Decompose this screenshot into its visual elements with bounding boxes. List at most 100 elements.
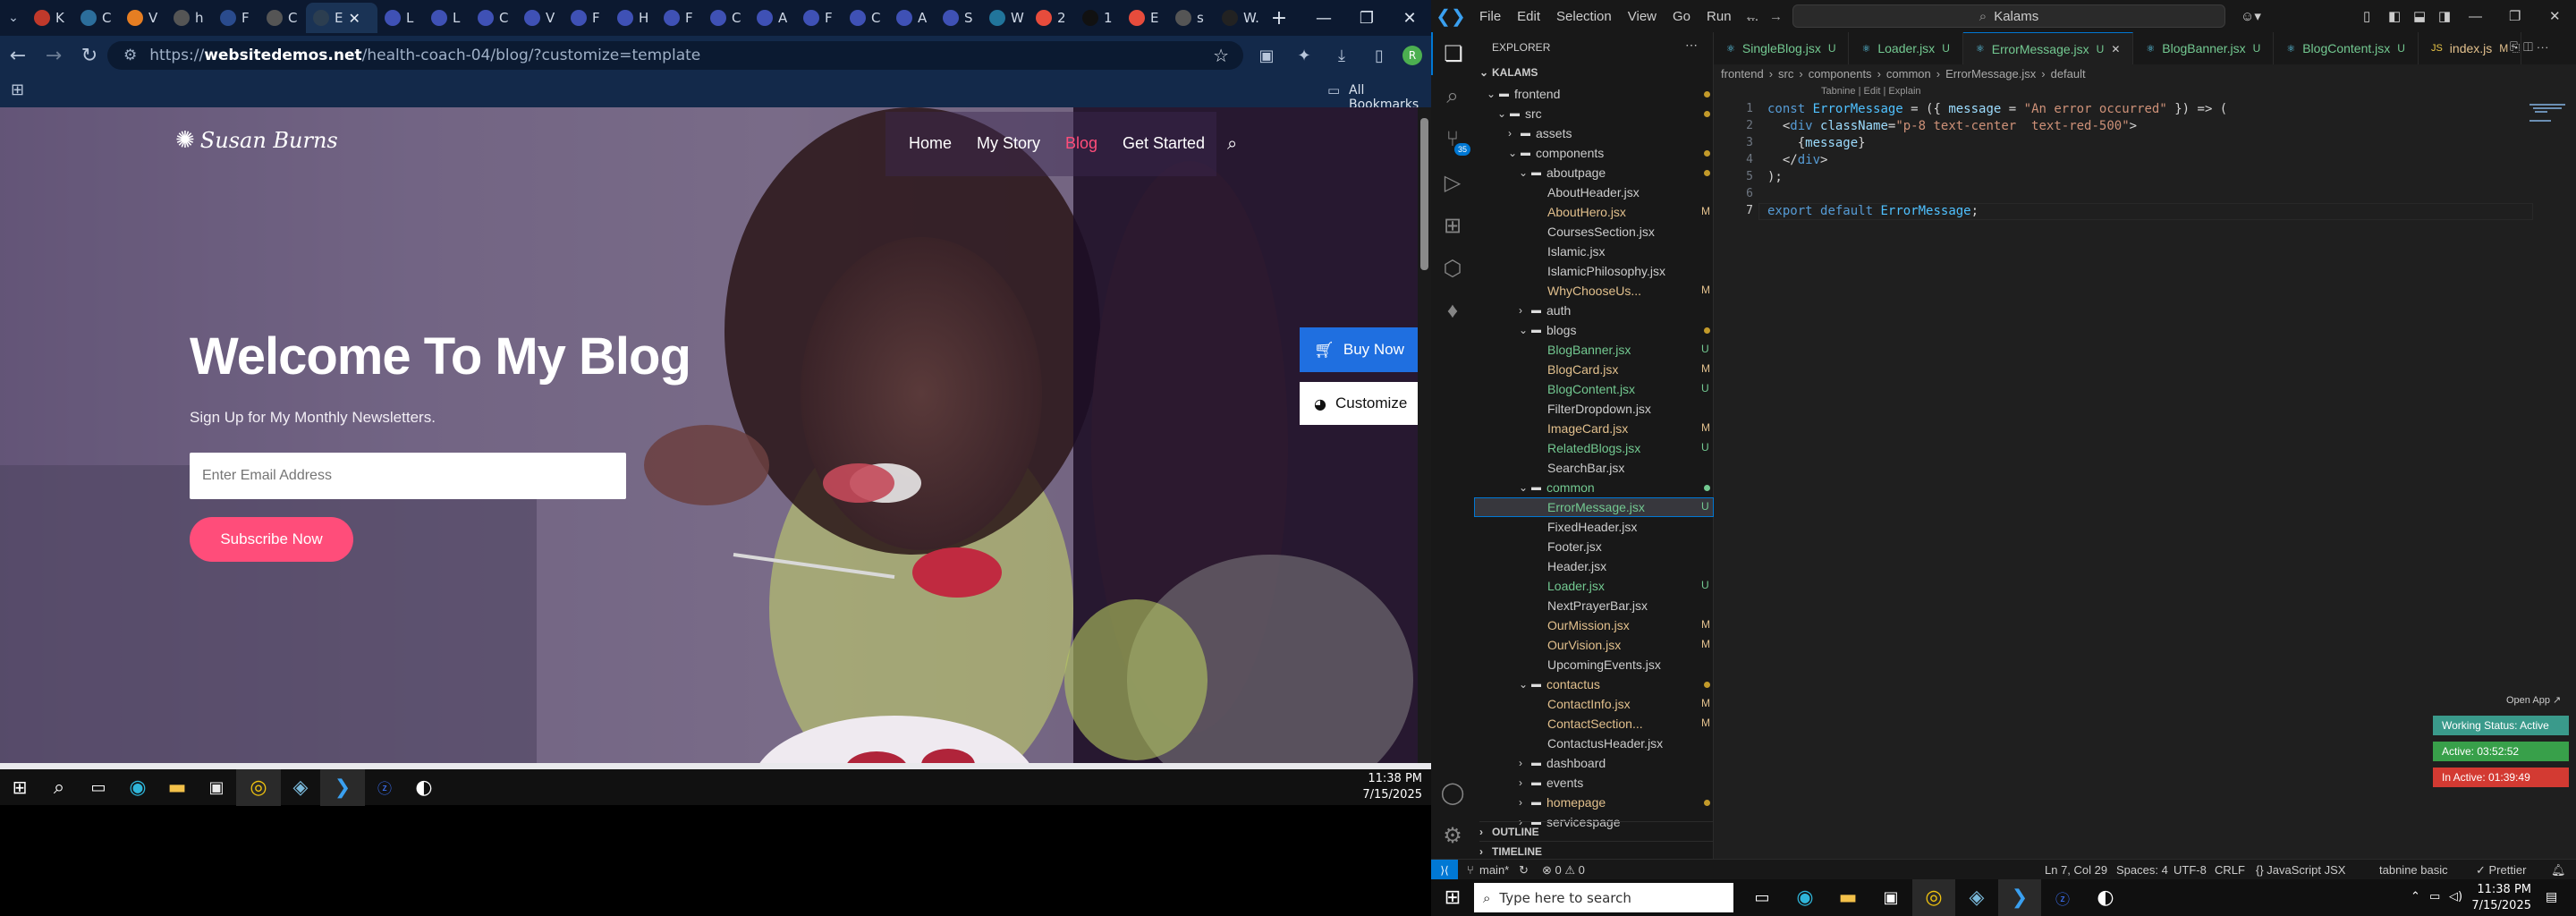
tree-file[interactable]: WhyChooseUs...: [1530, 281, 1641, 301]
code-line[interactable]: </div>: [1767, 153, 1828, 170]
editor-tab[interactable]: ⚛ ErrorMessage.jsx U ✕: [1962, 32, 2134, 64]
apps-grid-icon[interactable]: ⊞: [11, 81, 24, 99]
browser-tab[interactable]: V: [517, 3, 564, 33]
tree-file[interactable]: OurMission.jsx: [1530, 615, 1630, 635]
editor-actions-icon[interactable]: ⎘ ◫ ⋯: [2510, 39, 2549, 55]
forward-icon[interactable]: →: [36, 38, 72, 73]
tree-file[interactable]: ErrorMessage.jsx: [1530, 497, 1645, 517]
browser-tab[interactable]: V: [120, 3, 166, 33]
nav-blog[interactable]: Blog: [1065, 134, 1097, 153]
tree-file[interactable]: Loader.jsx: [1530, 576, 1605, 596]
minimize-button[interactable]: —: [1302, 0, 1345, 36]
explorer-icon[interactable]: ❏: [1431, 32, 1474, 75]
browser-tab[interactable]: A: [889, 3, 936, 33]
tab-close-icon[interactable]: ✕: [348, 10, 360, 27]
run-debug-icon[interactable]: ▷: [1431, 161, 1474, 204]
codelens[interactable]: Tabnine | Edit | Explain: [1821, 86, 1921, 97]
site-info-icon[interactable]: ⚙: [123, 47, 137, 64]
browser-tab[interactable]: K: [27, 3, 73, 33]
chrome-taskbar-icon[interactable]: ◎: [1912, 879, 1955, 916]
tree-file[interactable]: AboutHeader.jsx: [1530, 182, 1640, 202]
tree-folder[interactable]: › ▬ homepage: [1519, 793, 1606, 812]
browser-tab[interactable]: E: [1122, 3, 1168, 33]
zoom-icon[interactable]: ⓩ: [2041, 879, 2084, 916]
search-view-icon[interactable]: ⌕: [1431, 75, 1474, 118]
extensions-icon[interactable]: ⊞: [1431, 204, 1474, 247]
tree-file[interactable]: RelatedBlogs.jsx: [1530, 438, 1640, 458]
restore-button[interactable]: ❐: [1345, 0, 1388, 36]
tree-folder[interactable]: ⌄ ▬ src: [1497, 104, 1542, 123]
start-windows-icon[interactable]: ⊞: [0, 769, 39, 806]
encoding[interactable]: UTF-8: [2174, 863, 2207, 877]
breadcrumb-item[interactable]: components: [1809, 67, 1872, 85]
menu-item[interactable]: Run: [1707, 9, 1732, 24]
sync-icon[interactable]: ↻: [1519, 863, 1529, 878]
notifications-bell-icon[interactable]: 🔔︎: [2551, 863, 2566, 878]
scrollbar-thumb[interactable]: [1420, 118, 1428, 270]
remote-icon[interactable]: ⬡: [1431, 247, 1474, 290]
edge-icon[interactable]: ◉: [1784, 879, 1826, 916]
branch-name[interactable]: main*: [1479, 863, 1509, 877]
editor-tab[interactable]: ⚛ SingleBlog.jsx U: [1714, 32, 1850, 64]
toggle-panel-icon[interactable]: ⬓: [2413, 8, 2426, 24]
download-icon[interactable]: ⤓: [1327, 38, 1356, 73]
toggle-secondary-icon[interactable]: ◨: [2438, 8, 2451, 24]
layout-icon[interactable]: ▯: [2363, 8, 2370, 24]
minimap[interactable]: [2526, 100, 2576, 136]
editor-tab[interactable]: ⚛ BlogBanner.jsx U: [2133, 32, 2275, 64]
address-bar[interactable]: ⚙ https:// websitedemos.net /health-coac…: [107, 41, 1243, 70]
toggle-sidebar-icon[interactable]: ◧: [2388, 8, 2401, 24]
tree-folder[interactable]: › ▬ assets: [1508, 123, 1572, 143]
breadcrumb-item[interactable]: frontend: [1721, 67, 1764, 85]
tree-file[interactable]: CoursesSection.jsx: [1530, 222, 1655, 242]
browser-tab[interactable]: H: [610, 3, 657, 33]
tree-file[interactable]: NextPrayerBar.jsx: [1530, 596, 1648, 615]
app2-icon[interactable]: ◐: [404, 769, 444, 806]
problems-count[interactable]: ⊗ 0 ⚠ 0: [1542, 863, 1585, 878]
copilot-icon[interactable]: ☺▾: [2241, 8, 2261, 24]
tree-file[interactable]: FilterDropdown.jsx: [1530, 399, 1651, 419]
tree-folder[interactable]: ⌄ ▬ blogs: [1519, 320, 1576, 340]
browser-tab[interactable]: C: [73, 3, 120, 33]
close-tab-icon[interactable]: ✕: [2111, 43, 2120, 55]
zoom-icon[interactable]: ⓩ: [365, 769, 404, 806]
tree-folder[interactable]: ⌄ ▬ aboutpage: [1519, 163, 1606, 182]
editor-tab[interactable]: JS index.js M: [2419, 32, 2522, 64]
tree-file[interactable]: UpcomingEvents.jsx: [1530, 655, 1661, 674]
browser-tab[interactable]: S: [936, 3, 982, 33]
browser-tab[interactable]: s: [1168, 3, 1215, 33]
timeline-section[interactable]: › TIMELINE: [1479, 841, 1714, 861]
tree-file[interactable]: ContactusHeader.jsx: [1530, 734, 1663, 753]
tree-folder[interactable]: › ▬ events: [1519, 773, 1583, 793]
eol[interactable]: CRLF: [2215, 863, 2245, 877]
new-tab-button[interactable]: +: [1261, 0, 1297, 36]
workspace-header[interactable]: ⌄ KALAMS: [1479, 63, 1538, 82]
taskbar-search-box[interactable]: ⌕ Type here to search: [1474, 883, 1733, 912]
file-explorer-icon[interactable]: ▬: [1826, 879, 1869, 916]
browser-tab[interactable]: 1: [1075, 3, 1122, 33]
task-view-icon[interactable]: ▭: [79, 769, 118, 806]
start-windows-icon[interactable]: ⊞: [1431, 879, 1474, 916]
code-line[interactable]: const ErrorMessage = ({ message = "An er…: [1767, 102, 2227, 119]
search-icon[interactable]: ⌕: [1227, 132, 1237, 154]
breadcrumb-item[interactable]: src: [1778, 67, 1793, 85]
close-button[interactable]: ✕: [1388, 0, 1431, 36]
nav-forward-icon[interactable]: →: [1769, 9, 1783, 24]
nav-my-story[interactable]: My Story: [977, 134, 1040, 153]
nav-get-started[interactable]: Get Started: [1123, 134, 1205, 153]
extension-icon[interactable]: ▣: [1252, 38, 1281, 73]
tree-file[interactable]: Header.jsx: [1530, 556, 1606, 576]
breadcrumb-item[interactable]: common: [1886, 67, 1931, 85]
command-center[interactable]: ⌕ Kalams: [1792, 4, 2225, 28]
store-icon[interactable]: ▣: [1869, 879, 1912, 916]
bookmark-star-icon[interactable]: ☆: [1213, 45, 1229, 66]
tree-folder[interactable]: › ▬ auth: [1519, 301, 1571, 320]
browser-tab[interactable]: W: [982, 3, 1029, 33]
browser-tab[interactable]: F: [796, 3, 843, 33]
tab-search-icon[interactable]: ⌄: [0, 0, 27, 36]
explorer-more-icon[interactable]: ⋯: [1685, 38, 1698, 53]
tree-file[interactable]: IslamicPhilosophy.jsx: [1530, 261, 1665, 281]
browser-tab[interactable]: C: [703, 3, 750, 33]
vscode-taskbar-icon[interactable]: ❯: [320, 768, 365, 806]
back-icon[interactable]: ←: [0, 38, 36, 73]
